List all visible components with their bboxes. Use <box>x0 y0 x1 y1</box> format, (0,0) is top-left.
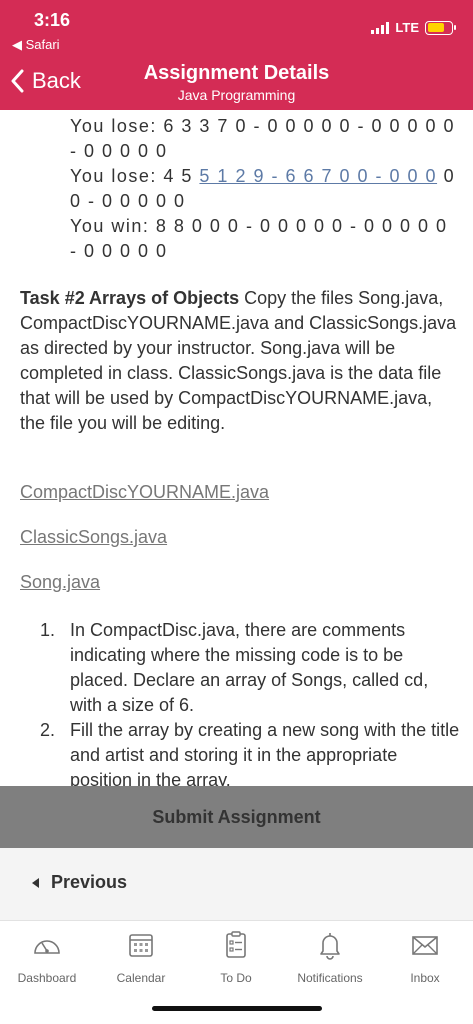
tab-notifications[interactable]: Notifications <box>283 929 377 985</box>
list-item-number: 2. <box>40 720 56 740</box>
file-link-song[interactable]: Song.java <box>20 572 100 593</box>
code-line-3-suffix: 0 <box>437 166 456 186</box>
previous-label: Previous <box>51 872 128 892</box>
home-indicator <box>152 1006 322 1011</box>
dashboard-icon <box>34 940 60 954</box>
network-type: LTE <box>395 20 419 35</box>
code-line-3-prefix: You lose: 4 5 <box>70 166 200 186</box>
code-line-2: - 0 0 0 0 0 <box>70 141 168 161</box>
submit-assignment-button[interactable]: Submit Assignment <box>0 786 473 848</box>
phone-number-link[interactable]: 5 1 2 9 - 6 6 7 0 0 - 0 0 0 <box>199 166 437 186</box>
tab-label: Notifications <box>297 971 363 985</box>
pagination-area: Previous <box>0 848 473 920</box>
tab-calendar[interactable]: Calendar <box>94 929 188 985</box>
list-item-text: Fill the array by creating a new song wi… <box>70 720 460 786</box>
bell-icon <box>320 933 340 960</box>
list-item: 1. In CompactDisc.java, there are commen… <box>40 618 460 718</box>
header-bar: 3:16 ◀ Safari LTE Back Assignment Detail… <box>0 0 473 110</box>
file-link-classicsongs[interactable]: ClassicSongs.java <box>20 527 167 548</box>
previous-button[interactable]: Previous <box>32 872 127 893</box>
steps-list: 1. In CompactDisc.java, there are commen… <box>40 618 460 786</box>
battery-icon <box>425 20 456 35</box>
inbox-icon <box>412 936 438 955</box>
task-paragraph: Task #2 Arrays of Objects Copy the files… <box>20 286 460 436</box>
status-indicators: LTE <box>371 20 456 35</box>
todo-icon <box>226 931 246 958</box>
page-title: Assignment Details <box>143 62 330 84</box>
tab-todo[interactable]: To Do <box>189 929 283 985</box>
calendar-icon <box>129 934 153 957</box>
tab-label: Dashboard <box>17 971 77 985</box>
code-line-5: You win: 8 8 0 0 0 - 0 0 0 0 0 - 0 0 0 0… <box>70 216 448 236</box>
task-heading: Task #2 Arrays of Objects <box>20 288 240 308</box>
assignment-content[interactable]: You lose: 6 3 3 7 0 - 0 0 0 0 0 - 0 0 0 … <box>0 110 473 786</box>
file-link-compactdisc[interactable]: CompactDiscYOURNAME.java <box>20 482 269 503</box>
title-block: Assignment Details Java Programming <box>0 62 473 103</box>
status-time: 3:16 <box>34 10 71 30</box>
tab-inbox[interactable]: Inbox <box>378 929 472 985</box>
list-item: 2. Fill the array by creating a new song… <box>40 718 460 786</box>
task-body: Copy the files Song.java, CompactDiscYOU… <box>20 288 457 433</box>
code-line-1: You lose: 6 3 3 7 0 - 0 0 0 0 0 - 0 0 0 … <box>70 116 456 136</box>
page-subtitle: Java Programming <box>177 87 296 103</box>
signal-icon <box>371 21 390 34</box>
code-line-6: - 0 0 0 0 0 <box>70 241 168 261</box>
tab-dashboard[interactable]: Dashboard <box>0 929 94 985</box>
back-to-safari-link[interactable]: ◀ Safari <box>12 37 60 53</box>
tab-label: Calendar <box>116 971 166 985</box>
code-line-3: You lose: 4 5 5 1 2 9 - 6 6 7 0 0 - 0 0 … <box>70 166 455 187</box>
tab-label: Inbox <box>410 971 440 985</box>
triangle-left-icon <box>32 877 39 888</box>
list-item-number: 1. <box>40 620 56 640</box>
code-line-4: 0 - 0 0 0 0 0 <box>70 191 186 211</box>
list-item-text: In CompactDisc.java, there are comments … <box>70 620 429 715</box>
tab-label: To Do <box>220 971 252 985</box>
